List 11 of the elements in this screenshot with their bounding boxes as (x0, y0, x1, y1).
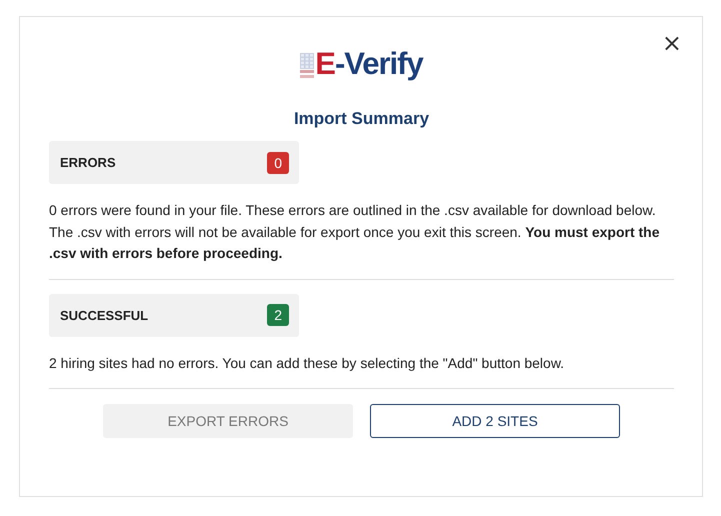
summary-message: 2 hiring sites had no errors. You can add these by selecting the "Add" button below. (49, 354, 566, 373)
dialog-title: Import Summary (292, 109, 430, 130)
count-badge: 2 (267, 304, 289, 326)
summary-label: ERRORS (60, 155, 116, 170)
count-badge: 0 (267, 152, 289, 174)
summary-message: 0 errors were found in your file. These errors are outlined in the .csv available for download below. The .csv with errors will not be available for export once you exit this screen. You must export the .csv with errors before proceeding. (49, 201, 661, 263)
close-button[interactable]: × (658, 31, 686, 55)
summary-label: SUCCESSFUL (60, 308, 148, 322)
add-sites-button[interactable]: ADD 2 SITES (370, 404, 620, 438)
flag-icon (300, 53, 314, 79)
logo-text: E-Verify (315, 46, 423, 82)
